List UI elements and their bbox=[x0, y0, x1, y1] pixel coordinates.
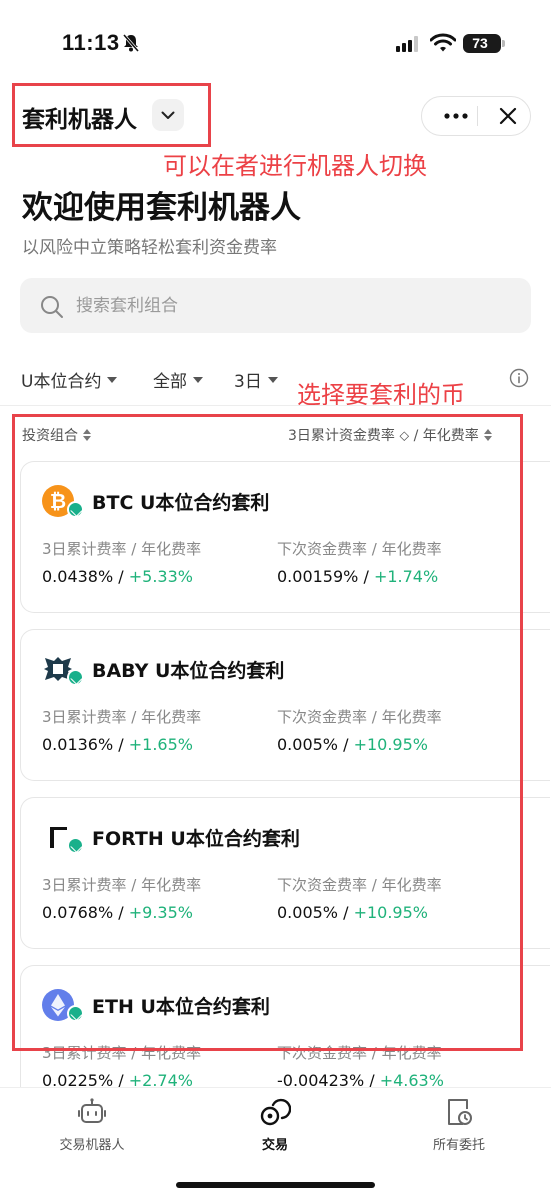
strategy-card-baby[interactable]: BABY U本位合约套利 3日累计费率 / 年化费率 下次资金费率 / 年化费率… bbox=[20, 629, 550, 781]
value-3day-rate: 0.0768% / bbox=[42, 903, 129, 922]
tether-badge-icon bbox=[67, 669, 84, 686]
home-indicator bbox=[176, 1182, 375, 1188]
orders-clock-icon bbox=[448, 1099, 472, 1125]
svg-text:₿: ₿ bbox=[50, 489, 66, 513]
window-controls bbox=[421, 96, 531, 136]
value-3day: 0.0768% / +9.35% bbox=[42, 903, 193, 922]
tab-trade-label: 交易 bbox=[261, 1138, 288, 1153]
battery-icon: 73 bbox=[463, 34, 505, 53]
chevron-down-icon bbox=[161, 111, 175, 119]
filter-scope-label: 全部 bbox=[153, 372, 187, 392]
bell-muted-icon bbox=[122, 34, 140, 52]
search-input[interactable] bbox=[76, 278, 516, 333]
value-3day-rate: 0.0438% / bbox=[42, 567, 129, 586]
info-icon[interactable] bbox=[509, 368, 529, 388]
trade-icon bbox=[260, 1098, 291, 1126]
tether-badge-icon bbox=[67, 501, 84, 518]
value-next-annual: +4.63% bbox=[379, 1071, 444, 1087]
tether-badge-icon bbox=[67, 837, 84, 854]
tab-trading-bot[interactable]: 交易机器人 bbox=[27, 1096, 157, 1153]
value-next-rate: 0.00159% / bbox=[277, 567, 374, 586]
column-rate[interactable]: 3日累计资金费率 ⬦ / 年化费率 bbox=[288, 425, 492, 445]
column-rate-label: 3日累计资金费率 ⬦ / 年化费率 bbox=[288, 428, 479, 444]
value-next: 0.005% / +10.95% bbox=[277, 903, 428, 922]
signal-icon bbox=[396, 36, 418, 52]
value-next: -0.00423% / +4.63% bbox=[277, 1071, 444, 1087]
value-3day-annual: +5.33% bbox=[128, 567, 193, 586]
search-icon bbox=[41, 296, 63, 318]
value-3day: 0.0225% / +2.74% bbox=[42, 1071, 193, 1087]
caret-down-icon bbox=[107, 376, 118, 383]
value-3day-annual: +2.74% bbox=[128, 1071, 193, 1087]
value-next-annual: +1.74% bbox=[373, 567, 439, 586]
more-button[interactable] bbox=[436, 97, 476, 135]
value-next-rate: -0.00423% / bbox=[277, 1071, 380, 1087]
wifi-icon bbox=[430, 33, 456, 52]
tab-all-orders-label: 所有委托 bbox=[432, 1138, 485, 1153]
value-next-rate: 0.005% / bbox=[277, 903, 354, 922]
status-time: 11:13 bbox=[62, 30, 120, 55]
annotation-switch-robot: 可以在者进行机器人切换 bbox=[163, 152, 427, 180]
strategy-name: FORTH U本位合约套利 bbox=[92, 828, 300, 850]
filter-scope[interactable]: 全部 bbox=[153, 367, 203, 392]
strategy-name: BTC U本位合约套利 bbox=[92, 492, 270, 514]
value-next-annual: +10.95% bbox=[353, 735, 428, 754]
close-icon bbox=[499, 107, 517, 125]
label-3day: 3日累计费率 / 年化费率 bbox=[42, 540, 202, 558]
label-next: 下次资金费率 / 年化费率 bbox=[277, 540, 442, 558]
robot-icon bbox=[78, 1098, 106, 1123]
sort-icon bbox=[83, 429, 91, 441]
label-3day: 3日累计费率 / 年化费率 bbox=[42, 876, 202, 894]
search-bar[interactable] bbox=[20, 278, 531, 333]
strategy-list: ₿ BTC U本位合约套利 3日累计费率 / 年化费率 下次资金费率 / 年化费… bbox=[0, 455, 551, 1087]
value-3day-rate: 0.0225% / bbox=[42, 1071, 129, 1087]
strategy-card-eth[interactable]: ETH U本位合约套利 3日累计费率 / 年化费率 下次资金费率 / 年化费率 … bbox=[20, 965, 550, 1087]
battery-level: 73 bbox=[472, 35, 488, 51]
strategy-name: BABY U本位合约套利 bbox=[92, 660, 285, 682]
caret-down-icon bbox=[267, 376, 278, 383]
filter-contract[interactable]: U本位合约 bbox=[21, 367, 118, 392]
tab-all-orders[interactable]: 所有委托 bbox=[394, 1096, 524, 1153]
value-3day-rate: 0.0136% / bbox=[42, 735, 129, 754]
value-next: 0.005% / +10.95% bbox=[277, 735, 428, 754]
filter-period-label: 3日 bbox=[234, 372, 262, 392]
close-button[interactable] bbox=[488, 97, 528, 135]
value-next: 0.00159% / +1.74% bbox=[277, 567, 438, 586]
value-3day-annual: +1.65% bbox=[128, 735, 193, 754]
tab-trade[interactable]: 交易 bbox=[210, 1096, 340, 1153]
strategy-name: ETH U本位合约套利 bbox=[92, 996, 270, 1018]
label-next: 下次资金费率 / 年化费率 bbox=[277, 1044, 442, 1062]
welcome-title: 欢迎使用套利机器人 bbox=[22, 190, 301, 226]
value-3day: 0.0136% / +1.65% bbox=[42, 735, 193, 754]
label-3day: 3日累计费率 / 年化费率 bbox=[42, 708, 202, 726]
page-title[interactable]: 套利机器人 bbox=[22, 100, 137, 134]
value-3day-annual: +9.35% bbox=[128, 903, 193, 922]
filter-bar: U本位合约 全部 3日 bbox=[0, 362, 551, 394]
tab-trading-bot-label: 交易机器人 bbox=[59, 1138, 125, 1153]
value-3day: 0.0438% / +5.33% bbox=[42, 567, 193, 586]
strategy-card-forth[interactable]: FORTH U本位合约套利 3日累计费率 / 年化费率 下次资金费率 / 年化费… bbox=[20, 797, 550, 949]
label-3day: 3日累计费率 / 年化费率 bbox=[42, 1044, 202, 1062]
tether-badge-icon bbox=[67, 1005, 84, 1022]
value-next-annual: +10.95% bbox=[353, 903, 428, 922]
filter-contract-label: U本位合约 bbox=[21, 372, 102, 392]
welcome-subtitle: 以风险中立策略轻松套利资金费率 bbox=[22, 238, 277, 258]
filter-period[interactable]: 3日 bbox=[234, 367, 278, 392]
strategy-card-btc[interactable]: ₿ BTC U本位合约套利 3日累计费率 / 年化费率 下次资金费率 / 年化费… bbox=[20, 461, 550, 613]
column-portfolio[interactable]: 投资组合 bbox=[22, 425, 91, 445]
status-bar: 11:13 73 bbox=[0, 0, 551, 90]
sort-icon bbox=[483, 429, 492, 441]
column-portfolio-label: 投资组合 bbox=[22, 428, 78, 444]
divider bbox=[0, 405, 551, 406]
label-next: 下次资金费率 / 年化费率 bbox=[277, 876, 442, 894]
value-next-rate: 0.005% / bbox=[277, 735, 354, 754]
label-next: 下次资金费率 / 年化费率 bbox=[277, 708, 442, 726]
more-icon bbox=[444, 113, 468, 119]
robot-switch-button[interactable] bbox=[152, 99, 184, 131]
pill-divider bbox=[477, 106, 478, 126]
caret-down-icon bbox=[193, 376, 203, 383]
